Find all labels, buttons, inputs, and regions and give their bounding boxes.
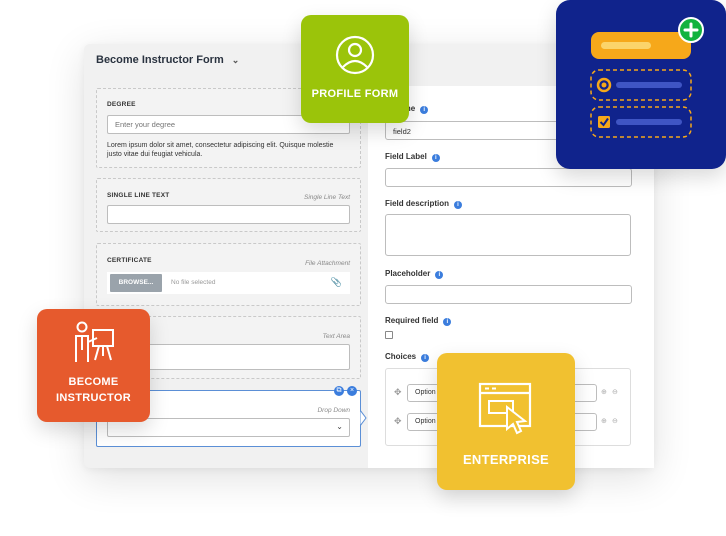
form-title[interactable]: Become Instructor Form ⌄: [96, 54, 239, 66]
info-icon[interactable]: i: [435, 271, 444, 279]
degree-description: Lorem ipsum dolor sit amet, consectetur …: [107, 142, 334, 158]
field-description-label: Field description i: [385, 199, 463, 209]
info-icon[interactable]: i: [443, 318, 452, 326]
copy-icon[interactable]: ⧉: [334, 386, 344, 396]
profile-form-badge: PROFILE FORM: [301, 15, 409, 123]
certificate-field-card[interactable]: CERTIFICATE File Attachment BROWSE... No…: [96, 243, 361, 306]
single-line-field-card[interactable]: SINGLE LINE TEXT Single Line Text: [96, 178, 361, 232]
checklist-card: [556, 0, 726, 169]
certificate-title: CERTIFICATE: [107, 257, 152, 264]
field-label-label: Field Label i: [385, 152, 440, 162]
become-instructor-label-1: BECOME: [68, 376, 119, 388]
become-instructor-badge: BECOME INSTRUCTOR: [37, 309, 150, 422]
chevron-down-icon[interactable]: ⌄: [232, 55, 240, 65]
drag-icon[interactable]: ✥: [394, 416, 402, 427]
placeholder-label: Placeholder i: [385, 269, 444, 279]
no-file-text: No file selected: [171, 279, 216, 286]
presenter-icon: [75, 321, 114, 362]
paperclip-icon: 📎: [330, 277, 342, 287]
add-choice-icon[interactable]: ⊕: [601, 417, 607, 425]
browse-button[interactable]: BROWSE...: [110, 274, 162, 292]
field-label-input[interactable]: [385, 168, 632, 187]
chevron-down-icon: ⌄: [336, 422, 343, 431]
browser-cursor-icon: [478, 382, 532, 435]
enterprise-label: ENTERPRISE: [462, 452, 550, 467]
certificate-type: File Attachment: [305, 260, 350, 267]
single-line-type: Single Line Text: [303, 194, 350, 201]
info-icon[interactable]: i: [420, 106, 429, 114]
add-choice-icon[interactable]: ⊕: [601, 388, 607, 396]
file-input[interactable]: BROWSE... No file selected 📎: [107, 272, 350, 294]
drag-icon[interactable]: ✥: [394, 387, 402, 398]
enterprise-badge: ENTERPRISE: [437, 353, 575, 490]
remove-choice-icon[interactable]: ⊖: [612, 388, 618, 396]
close-icon[interactable]: ×: [347, 386, 357, 396]
required-checkbox[interactable]: [385, 331, 393, 339]
drop-down-type: Drop Down: [317, 407, 350, 414]
degree-title: DEGREE: [107, 101, 136, 108]
user-icon: [335, 35, 375, 75]
become-instructor-label-2: INSTRUCTOR: [56, 392, 131, 404]
choices-label: Choices i: [385, 352, 430, 362]
card-pointer: [360, 410, 367, 426]
field-description-textarea[interactable]: [385, 214, 631, 256]
info-icon[interactable]: i: [431, 154, 440, 162]
info-icon[interactable]: i: [421, 354, 430, 362]
info-icon[interactable]: i: [454, 201, 463, 209]
text-area-type: Text Area: [322, 333, 350, 340]
single-line-title: SINGLE LINE TEXT: [107, 192, 170, 199]
checkbox-list-icon: [590, 17, 704, 138]
placeholder-input[interactable]: [385, 285, 632, 304]
remove-choice-icon[interactable]: ⊖: [612, 417, 618, 425]
required-field-label: Required field i: [385, 316, 452, 326]
single-line-input[interactable]: [107, 205, 350, 224]
profile-form-label: PROFILE FORM: [311, 88, 399, 100]
